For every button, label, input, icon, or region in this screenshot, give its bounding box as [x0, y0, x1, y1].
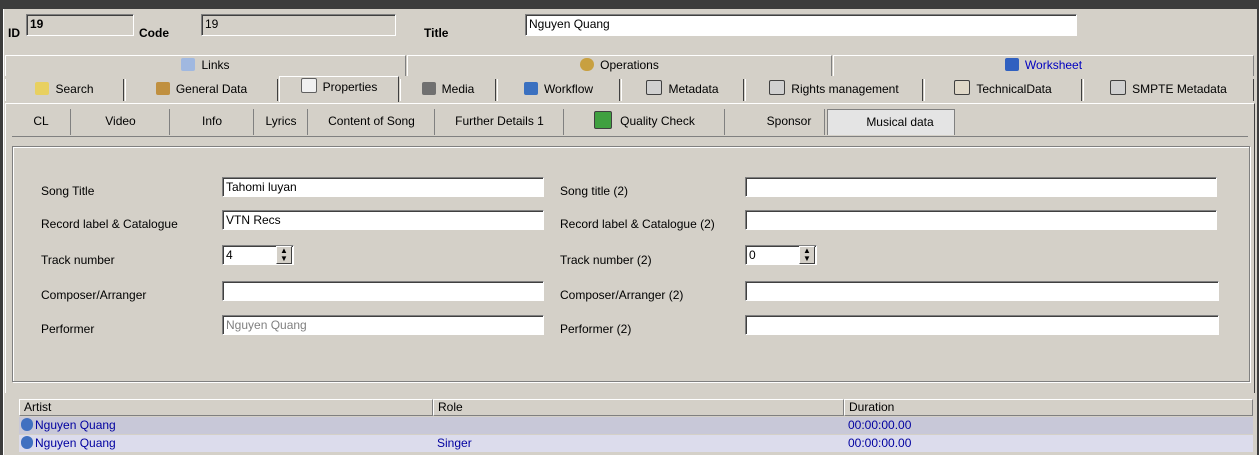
technical-icon: [954, 80, 971, 95]
tab-operations[interactable]: Operations: [407, 55, 832, 76]
tab-row-top: Links Operations Worksheet: [5, 55, 1255, 77]
tab-smpte-metadata-label: SMPTE Metadata: [1132, 82, 1227, 96]
worksheet-icon: [1004, 58, 1019, 71]
subtab-video[interactable]: Video: [72, 109, 170, 135]
app-root: { "header": { "id_label": "ID", "id_valu…: [0, 0, 1259, 455]
tab-metadata[interactable]: Metadata: [621, 79, 744, 101]
tab-rights-management-label: Rights management: [791, 82, 899, 96]
performer-field[interactable]: Nguyen Quang: [222, 315, 544, 335]
artist-name: Nguyen Quang: [35, 436, 116, 450]
table-row[interactable]: Nguyen Quang Singer 00:00:00.00: [19, 435, 1253, 452]
tab-technical-data-label: TechnicalData: [976, 82, 1052, 96]
artist-cell: Nguyen Quang: [21, 417, 116, 433]
song-title-field[interactable]: Tahomi luyan: [222, 177, 544, 197]
record-label-2-field[interactable]: [745, 210, 1217, 230]
workflow-icon: [523, 82, 538, 95]
role-cell: Singer: [437, 436, 472, 450]
record-label-field[interactable]: VTN Recs: [222, 210, 544, 230]
song-title-2-field[interactable]: [745, 177, 1217, 197]
properties-icon: [300, 78, 317, 93]
tab-content-panel: CL Video Info Lyrics Content of Song Fur…: [5, 103, 1255, 393]
calendar-icon: [155, 82, 170, 95]
subtab-sponsor[interactable]: Sponsor: [726, 109, 825, 135]
tab-general-data-label: General Data: [175, 82, 248, 96]
id-field: 19: [26, 14, 134, 36]
rights-icon: [769, 80, 786, 95]
duration-cell: 00:00:00.00: [848, 436, 912, 450]
record-label-2-label: Record label & Catalogue (2): [560, 217, 715, 231]
title-field[interactable]: Nguyen Quang: [525, 14, 1077, 36]
person-icon: [21, 418, 33, 431]
tab-technical-data[interactable]: TechnicalData: [924, 79, 1082, 101]
subtab-further-details-1[interactable]: Further Details 1: [436, 109, 564, 135]
smpte-icon: [1110, 80, 1127, 95]
performer-label: Performer: [41, 322, 95, 336]
links-icon: [181, 58, 196, 71]
track-number-2-spinner[interactable]: ▲ ▼: [799, 246, 815, 264]
tab-rights-management[interactable]: Rights management: [745, 79, 923, 101]
tab-worksheet[interactable]: Worksheet: [833, 55, 1254, 76]
subtab-content-of-song[interactable]: Content of Song: [309, 109, 435, 135]
subtab-quality-check[interactable]: Quality Check: [565, 109, 725, 135]
tab-operations-label: Operations: [600, 58, 659, 72]
tab-links[interactable]: Links: [5, 55, 406, 76]
track-number-spinner[interactable]: ▲ ▼: [276, 246, 292, 264]
subtab-cl[interactable]: CL: [12, 109, 71, 135]
composer-2-label: Composer/Arranger (2): [560, 288, 684, 302]
tab-search-label: Search: [55, 82, 94, 96]
person-icon: [21, 436, 33, 449]
tab-properties-label: Properties: [322, 80, 378, 94]
subtab-lyrics[interactable]: Lyrics: [255, 109, 308, 135]
column-header-role[interactable]: Role: [433, 399, 844, 416]
artist-name: Nguyen Quang: [35, 418, 116, 432]
column-header-artist[interactable]: Artist: [19, 399, 433, 416]
musical-data-group: Song Title Tahomi luyan Record label & C…: [12, 146, 1250, 382]
tab-media-label: Media: [441, 82, 475, 96]
composer-field[interactable]: [222, 281, 544, 301]
artist-grid: Artist Role Duration Nguyen Quang 00:00:…: [19, 399, 1253, 455]
record-label-label: Record label & Catalogue: [41, 217, 178, 231]
tab-worksheet-label: Worksheet: [1024, 58, 1083, 72]
performer-2-field[interactable]: [745, 315, 1219, 335]
table-row[interactable]: Nguyen Quang 00:00:00.00: [19, 417, 1253, 434]
tab-workflow[interactable]: Workflow: [497, 79, 620, 101]
subtab-row: CL Video Info Lyrics Content of Song Fur…: [12, 109, 1248, 137]
checkbox-icon: [594, 111, 613, 129]
media-icon: [421, 82, 436, 95]
code-label: Code: [139, 26, 169, 40]
subtab-quality-check-label: Quality Check: [620, 114, 695, 128]
artist-cell: Nguyen Quang: [21, 435, 116, 451]
duration-cell: 00:00:00.00: [848, 418, 912, 432]
properties-window: ID 19 Code 19 Title Nguyen Quang Links O…: [3, 9, 1257, 455]
tab-workflow-label: Workflow: [543, 82, 594, 96]
tab-row-main: Search General Data Properties Media Wor…: [5, 76, 1255, 103]
id-label: ID: [8, 26, 20, 40]
tab-smpte-metadata[interactable]: SMPTE Metadata: [1083, 79, 1254, 101]
tab-general-data[interactable]: General Data: [125, 79, 278, 101]
subtab-musical-data[interactable]: Musical data: [827, 109, 955, 135]
tab-search[interactable]: Search: [5, 79, 124, 101]
title-label: Title: [424, 26, 449, 40]
song-title-2-label: Song title (2): [560, 184, 629, 198]
search-icon: [35, 82, 50, 95]
tab-properties[interactable]: Properties: [279, 76, 399, 102]
composer-2-field[interactable]: [745, 281, 1219, 301]
tab-metadata-label: Metadata: [668, 82, 719, 96]
tab-media[interactable]: Media: [400, 79, 496, 101]
code-field: 19: [201, 14, 396, 36]
track-number-2-label: Track number (2): [560, 253, 652, 267]
track-number-label: Track number: [41, 253, 115, 267]
subtab-info[interactable]: Info: [171, 109, 254, 135]
metadata-icon: [646, 80, 663, 95]
composer-label: Composer/Arranger: [41, 288, 147, 302]
tab-links-label: Links: [201, 58, 230, 72]
operations-icon: [580, 58, 595, 71]
performer-2-label: Performer (2): [560, 322, 632, 336]
song-title-label: Song Title: [41, 184, 95, 198]
column-header-duration[interactable]: Duration: [844, 399, 1253, 416]
